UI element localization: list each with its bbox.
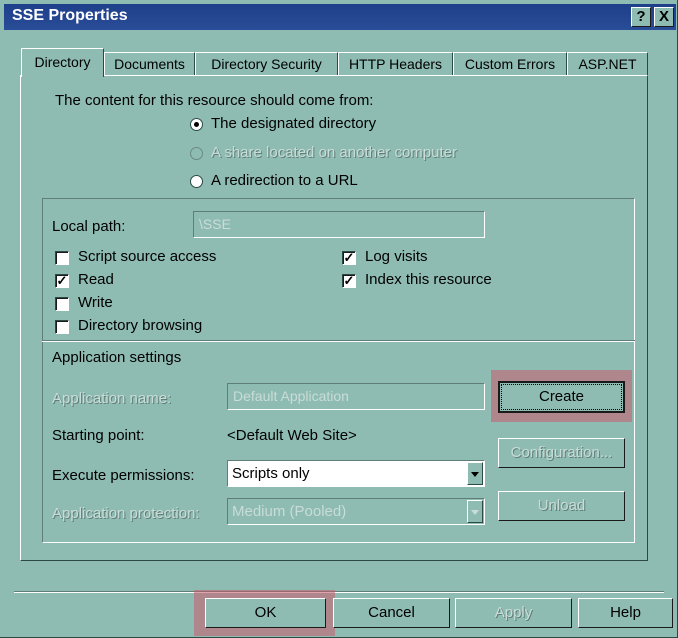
properties-dialog: SSE Properties ? X Directory Documents D…: [0, 0, 678, 638]
tab-asp-net[interactable]: ASP.NET: [567, 52, 648, 76]
title-bar: SSE Properties ? X: [4, 4, 676, 30]
unload-button: Unload: [498, 491, 625, 521]
radio-redirection-url[interactable]: [190, 175, 203, 188]
starting-point-value: <Default Web Site>: [227, 427, 357, 444]
write-label[interactable]: Write: [78, 294, 113, 311]
application-protection-dropdown-icon: [467, 500, 483, 523]
radio-redirection-url-label[interactable]: A redirection to a URL: [211, 172, 358, 189]
radio-share-another-computer-label: A share located on another computer: [211, 144, 457, 161]
script-source-access-label[interactable]: Script source access: [78, 248, 216, 265]
index-resource-checkbox[interactable]: ✓: [342, 274, 356, 288]
application-settings-divider: [42, 340, 635, 342]
close-button[interactable]: X: [654, 7, 674, 27]
execute-permissions-value: Scripts only: [232, 465, 310, 482]
apply-button: Apply: [455, 598, 572, 628]
execute-permissions-dropdown-icon[interactable]: [467, 462, 483, 485]
starting-point-label: Starting point:: [52, 427, 145, 444]
read-checkbox[interactable]: ✓: [55, 274, 69, 288]
footer-divider: [14, 591, 664, 593]
content-source-prompt: The content for this resource should com…: [55, 92, 374, 109]
execute-permissions-label: Execute permissions:: [52, 467, 195, 484]
tab-documents[interactable]: Documents: [104, 52, 195, 76]
tab-custom-errors[interactable]: Custom Errors: [453, 52, 567, 76]
log-visits-label[interactable]: Log visits: [365, 248, 428, 265]
index-resource-label[interactable]: Index this resource: [365, 271, 492, 288]
local-path-label: Local path:: [52, 218, 126, 235]
create-button[interactable]: Create: [498, 381, 625, 413]
ok-button[interactable]: OK: [205, 598, 326, 628]
application-protection-label: Application protection:: [52, 505, 200, 522]
window-title: SSE Properties: [12, 7, 128, 24]
write-checkbox[interactable]: [55, 297, 69, 311]
application-settings-heading: Application settings: [52, 349, 182, 366]
help-footer-button[interactable]: Help: [578, 598, 673, 628]
radio-share-another-computer: [190, 147, 203, 160]
tab-directory-security[interactable]: Directory Security: [195, 52, 338, 76]
script-source-access-checkbox[interactable]: [55, 251, 69, 265]
application-name-label: Application name:: [52, 390, 172, 407]
log-visits-checkbox[interactable]: ✓: [342, 251, 356, 265]
read-label[interactable]: Read: [78, 271, 114, 288]
help-button[interactable]: ?: [631, 7, 651, 27]
application-protection-value: Medium (Pooled): [232, 503, 347, 520]
directory-browsing-checkbox[interactable]: [55, 320, 69, 334]
application-protection-select: Medium (Pooled): [227, 498, 485, 525]
configuration-button: Configuration...: [498, 438, 625, 468]
local-path-field: \SSE: [193, 211, 485, 238]
application-name-field: Default Application: [227, 383, 485, 410]
radio-designated-directory[interactable]: [190, 118, 203, 131]
cancel-button[interactable]: Cancel: [333, 598, 450, 628]
execute-permissions-select[interactable]: Scripts only: [227, 460, 485, 487]
tab-directory[interactable]: Directory: [21, 48, 104, 77]
radio-designated-directory-label[interactable]: The designated directory: [211, 115, 376, 132]
directory-browsing-label[interactable]: Directory browsing: [78, 317, 202, 334]
tab-http-headers[interactable]: HTTP Headers: [338, 52, 453, 76]
